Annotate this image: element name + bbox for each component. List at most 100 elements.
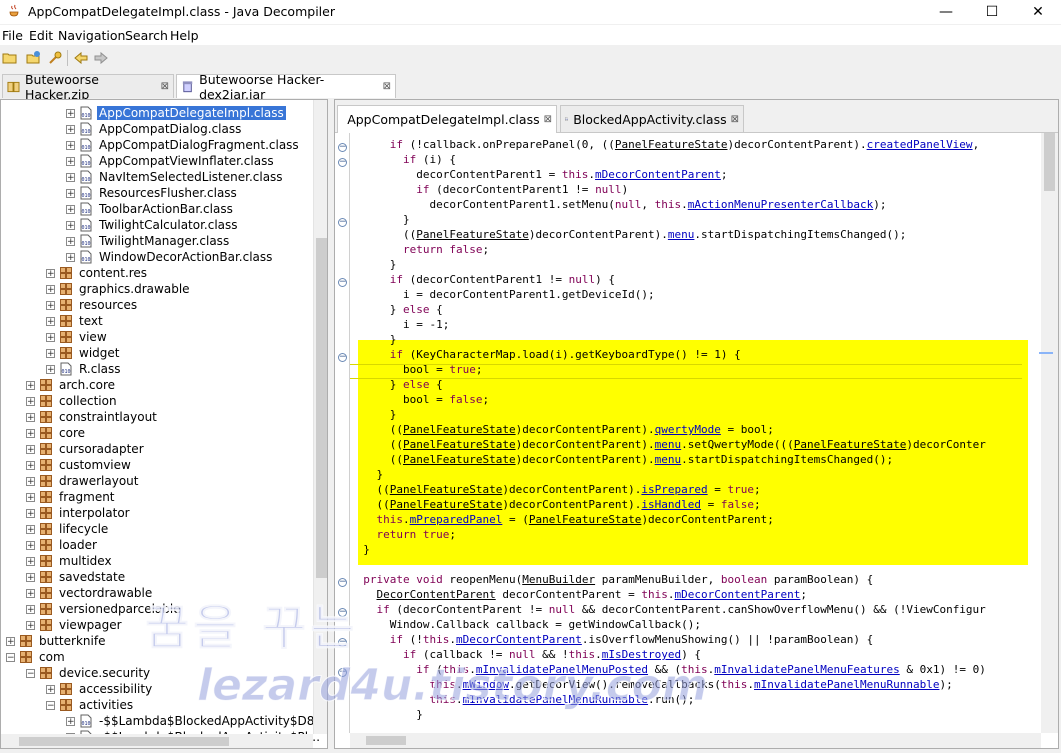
expand-toggle-icon[interactable]: + [66,236,75,246]
tree-class-item[interactable]: +010 -$$Lambda$BlockedAppActivity$D8Of [66,713,327,729]
tree-package-item[interactable]: + fragment [26,489,117,505]
search-icon[interactable] [47,50,63,66]
expand-toggle-icon[interactable]: + [26,572,35,582]
tree-package-item[interactable]: + versionedparcelable [26,601,183,617]
tree-package-item[interactable]: + vectordrawable [26,585,154,601]
forward-arrow-icon[interactable] [93,50,109,66]
expand-toggle-icon[interactable]: + [26,556,35,566]
tree-class-item[interactable]: +010 AppCompatDialogFragment.class [66,137,301,153]
tree-package-item[interactable]: + resources [46,297,139,313]
expand-toggle-icon[interactable]: + [66,716,75,726]
fold-toggle-icon[interactable]: − [338,278,347,287]
tree-package-item[interactable]: + multidex [26,553,114,569]
menu-help[interactable]: Help [170,28,199,43]
menu-search[interactable]: Search [125,28,168,43]
fold-toggle-icon[interactable]: − [338,158,347,167]
tab-butewoorse-jar[interactable]: Butewoorse Hacker-dex2jar.jar ⊠ [176,72,396,102]
tree-class-item[interactable]: +010 NavItemSelectedListener.class [66,169,285,185]
expand-toggle-icon[interactable]: + [26,620,35,630]
tree-package-item[interactable]: + cursoradapter [26,441,146,457]
tab-appcompatdelegateimpl[interactable]: 010 AppCompatDelegateImpl.class ⊠ [337,105,557,133]
expand-toggle-icon[interactable]: + [46,284,55,294]
close-tab-icon[interactable]: ⊠ [161,81,169,92]
expand-toggle-icon[interactable]: + [26,492,35,502]
tree-class-item[interactable]: +010 ToolbarActionBar.class [66,201,235,217]
tree-package-item[interactable]: + accessibility [46,681,154,697]
tree-class-item[interactable]: +010 TwilightCalculator.class [66,217,240,233]
fold-toggle-icon[interactable]: − [338,578,347,587]
menu-file[interactable]: File [2,28,23,43]
expand-toggle-icon[interactable]: + [26,380,35,390]
tree-package-item[interactable]: + arch.core [26,377,117,393]
expand-toggle-icon[interactable]: + [26,476,35,486]
close-tab-icon[interactable]: ⊠ [731,114,739,125]
tab-blockedappactivity[interactable]: 010 BlockedAppActivity.class ⊠ [560,105,744,132]
menu-navigation[interactable]: Navigation [58,28,125,43]
tree-package-item[interactable]: − device.security [26,665,152,681]
back-arrow-icon[interactable] [73,50,89,66]
fold-toggle-icon[interactable]: − [338,143,347,152]
expand-toggle-icon[interactable]: + [26,524,35,534]
fold-toggle-icon[interactable]: − [338,668,347,677]
tree-class-item[interactable]: +010 WindowDecorActionBar.class [66,249,274,265]
close-button[interactable]: ✕ [1015,0,1061,24]
expand-toggle-icon[interactable]: + [66,140,75,150]
tree-package-item[interactable]: + lifecycle [26,521,110,537]
fold-toggle-icon[interactable]: − [338,638,347,647]
tree-class-item[interactable]: +010 ResourcesFlusher.class [66,185,239,201]
tree-package-item[interactable]: − com [6,649,67,665]
tree-package-item[interactable]: + butterknife [6,633,107,649]
expand-toggle-icon[interactable]: + [26,444,35,454]
tree-package-item[interactable]: + graphics.drawable [46,281,192,297]
tree-package-item[interactable]: + customview [26,457,133,473]
expand-toggle-icon[interactable]: + [66,108,75,118]
tree-package-item[interactable]: + text [46,313,105,329]
expand-toggle-icon[interactable]: + [66,188,75,198]
code-view[interactable]: if (!callback.onPreparePanel(0, ((PanelF… [350,133,1041,733]
close-tab-icon[interactable]: ⊠ [544,114,552,125]
tree-class-item[interactable]: +010 AppCompatViewInflater.class [66,153,276,169]
expand-toggle-icon[interactable]: + [26,396,35,406]
tree-package-item[interactable]: + drawerlayout [26,473,140,489]
tree-package-item[interactable]: + view [46,329,109,345]
expand-toggle-icon[interactable]: + [46,348,55,358]
expand-toggle-icon[interactable]: + [26,428,35,438]
minimize-button[interactable]: — [923,0,969,24]
code-vertical-scrollbar[interactable] [1041,133,1058,733]
scrollbar-thumb[interactable] [316,238,327,578]
expand-toggle-icon[interactable]: + [46,300,55,310]
expand-toggle-icon[interactable]: + [66,124,75,134]
tree-package-item[interactable]: + content.res [46,265,149,281]
expand-toggle-icon[interactable]: + [26,540,35,550]
tree-class-item[interactable]: +010 AppCompatDialog.class [66,121,243,137]
tree-class-item[interactable]: +010 R.class [46,361,123,377]
tree-package-item[interactable]: − activities [46,697,135,713]
expand-toggle-icon[interactable]: + [66,220,75,230]
expand-toggle-icon[interactable]: + [46,268,55,278]
tree-package-item[interactable]: + loader [26,537,99,553]
open-file-icon[interactable] [2,50,18,66]
expand-toggle-icon[interactable]: + [66,172,75,182]
expand-toggle-icon[interactable]: + [66,156,75,166]
maximize-button[interactable]: ☐ [969,0,1015,24]
tree-package-item[interactable]: + collection [26,393,119,409]
tree-horizontal-scrollbar[interactable] [1,734,313,748]
tree-package-item[interactable]: + widget [46,345,121,361]
fold-toggle-icon[interactable]: − [338,353,347,362]
code-horizontal-scrollbar[interactable] [350,733,1041,748]
collapse-toggle-icon[interactable]: − [26,668,35,678]
tree-package-item[interactable]: + savedstate [26,569,127,585]
expand-toggle-icon[interactable]: + [46,684,55,694]
collapse-toggle-icon[interactable]: − [6,652,15,662]
expand-toggle-icon[interactable]: + [46,364,55,374]
tree-package-item[interactable]: + constraintlayout [26,409,159,425]
expand-toggle-icon[interactable]: + [6,636,15,646]
tree-class-item[interactable]: +010 AppCompatDelegateImpl.class [66,105,286,121]
scrollbar-thumb[interactable] [19,737,229,746]
menu-edit[interactable]: Edit [29,28,53,43]
tree-package-item[interactable]: + core [26,425,87,441]
expand-toggle-icon[interactable]: + [26,412,35,422]
expand-toggle-icon[interactable]: + [26,588,35,598]
tab-butewoorse-zip[interactable]: Butewoorse Hacker.zip ⊠ [2,72,174,102]
fold-toggle-icon[interactable]: − [338,218,347,227]
